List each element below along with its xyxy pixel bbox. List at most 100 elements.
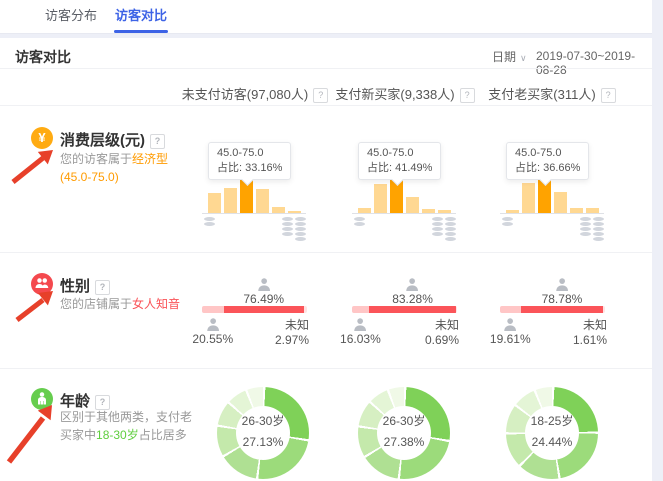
column-header-unpaid-visitors: 未支付访客(97,080人)?	[175, 84, 335, 103]
gender-bar	[202, 306, 307, 313]
date-range-value[interactable]: 2019-07-30~2019-08-28	[536, 49, 652, 77]
unknown-percent: 2.97%	[275, 333, 309, 348]
male-percent: 19.61%	[490, 332, 531, 346]
female-segment	[521, 306, 604, 313]
divider	[0, 252, 652, 253]
date-filter-label: 日期	[492, 50, 516, 64]
chart-tooltip: 45.0-75.0 占比: 41.49%	[358, 142, 441, 180]
divider	[0, 105, 652, 106]
bar-group	[506, 179, 599, 213]
female-icon	[405, 278, 420, 291]
age-donut-old-buyers[interactable]: 18-25岁 24.44%	[506, 387, 598, 479]
female-percent: 78.78%	[542, 292, 583, 306]
female-icon	[256, 278, 271, 291]
female-stat: 76.49%	[243, 278, 284, 306]
male-percent: 16.03%	[340, 332, 381, 346]
gender-chart-old-buyers[interactable]: 78.78% 19.61% 未知 1.61%	[500, 278, 605, 350]
male-icon	[205, 318, 220, 331]
bar-segment	[224, 188, 237, 213]
gender-note: 您的店铺属于女人知音	[60, 295, 193, 313]
tabbar: 访客分布 访客对比	[0, 0, 652, 34]
donut-center-label: 18-25岁	[494, 411, 610, 432]
unknown-percent: 0.69%	[425, 333, 459, 348]
male-segment	[202, 306, 224, 313]
gender-chart-new-buyers[interactable]: 83.28% 16.03% 未知 0.69%	[352, 278, 457, 350]
donut-center-value: 27.13%	[205, 432, 321, 453]
date-filter-dropdown[interactable]: 日期 ∨	[492, 48, 527, 65]
divider	[0, 68, 652, 69]
unknown-segment	[304, 306, 307, 313]
unknown-percent: 1.61%	[573, 333, 607, 348]
help-icon[interactable]: ?	[150, 134, 165, 149]
male-stat: 16.03%	[340, 318, 381, 346]
visitor-comparison-page: 访客分布 访客对比 访客对比 日期 ∨ 2019-07-30~2019-08-28…	[0, 0, 663, 481]
age-highlight: 18-30岁	[96, 428, 139, 442]
bar-group	[208, 179, 301, 213]
unknown-segment	[603, 306, 605, 313]
female-icon	[554, 278, 569, 291]
donut-center-value: 24.44%	[494, 432, 610, 453]
yen-icon: ¥	[38, 130, 45, 145]
visitor-comparison-panel: 访客对比 日期 ∨ 2019-07-30~2019-08-28 未支付访客(97,…	[0, 38, 652, 481]
bar-segment	[554, 192, 567, 213]
tab-visitor-distribution[interactable]: 访客分布	[45, 0, 97, 32]
coins-high-icon	[282, 217, 306, 241]
coin-low-icon	[204, 217, 215, 226]
tooltip-range: 45.0-75.0	[217, 146, 282, 161]
male-stat: 19.61%	[490, 318, 531, 346]
tooltip-range: 45.0-75.0	[515, 146, 580, 161]
unknown-stat: 未知 0.69%	[425, 318, 459, 348]
help-icon[interactable]: ?	[601, 88, 616, 103]
unknown-label: 未知	[573, 318, 607, 333]
column-header-old-buyers: 支付老买家(311人)?	[472, 84, 632, 103]
panel-title: 访客对比	[15, 47, 71, 67]
male-percent: 20.55%	[192, 332, 233, 346]
tooltip-share: 41.49%	[395, 162, 432, 174]
unknown-label: 未知	[425, 318, 459, 333]
annotation-arrow	[14, 288, 58, 324]
age-donut-unpaid[interactable]: 26-30岁 27.13%	[217, 387, 309, 479]
bar-segment	[256, 189, 269, 213]
chart-tooltip: 45.0-75.0 占比: 33.16%	[208, 142, 291, 180]
gender-title: 性别?	[60, 275, 110, 296]
unknown-label: 未知	[275, 318, 309, 333]
donut-center-label: 26-30岁	[205, 411, 321, 432]
column-header-new-buyers: 支付新买家(9,338人)?	[325, 84, 485, 103]
bar-segment	[522, 183, 535, 213]
consumption-chart-new-buyers[interactable]: 45.0-75.0 占比: 41.49%	[352, 142, 458, 242]
tooltip-share: 36.66%	[543, 162, 580, 174]
donut-center-label: 26-30岁	[346, 411, 462, 432]
coins-high-icon	[580, 217, 604, 241]
axis-line	[352, 213, 456, 214]
annotation-arrow	[10, 146, 58, 188]
coin-low-icon	[354, 217, 365, 226]
annotation-arrow	[6, 402, 56, 466]
bar-segment	[208, 193, 221, 213]
divider	[0, 368, 652, 369]
chevron-down-icon: ∨	[520, 53, 527, 63]
axis-line	[202, 213, 306, 214]
coins-high-icon	[432, 217, 456, 241]
consumption-chart-unpaid[interactable]: 45.0-75.0 占比: 33.16%	[202, 142, 308, 242]
donut-center-value: 27.38%	[346, 432, 462, 453]
gender-bar	[352, 306, 457, 313]
chart-tooltip: 45.0-75.0 占比: 36.66%	[506, 142, 589, 180]
tooltip-share: 33.16%	[245, 162, 282, 174]
consumption-level-title: 消费层级(元)?	[60, 129, 165, 150]
unknown-stat: 未知 1.61%	[573, 318, 607, 348]
female-percent: 83.28%	[392, 292, 433, 306]
age-donut-new-buyers[interactable]: 26-30岁 27.38%	[358, 387, 450, 479]
gender-highlight: 女人知音	[132, 297, 180, 311]
age-note: 区别于其他两类，支付老买家中18-30岁占比居多	[60, 408, 193, 444]
male-segment	[500, 306, 521, 313]
tab-visitor-comparison[interactable]: 访客对比	[115, 0, 167, 32]
male-icon	[503, 318, 518, 331]
help-icon[interactable]: ?	[95, 280, 110, 295]
gender-chart-unpaid[interactable]: 76.49% 20.55% 未知 2.97%	[202, 278, 307, 350]
male-segment	[352, 306, 369, 313]
consumption-chart-old-buyers[interactable]: 45.0-75.0 占比: 36.66%	[500, 142, 606, 242]
female-stat: 83.28%	[392, 278, 433, 306]
male-icon	[353, 318, 368, 331]
female-segment	[224, 306, 304, 313]
female-percent: 76.49%	[243, 292, 284, 306]
